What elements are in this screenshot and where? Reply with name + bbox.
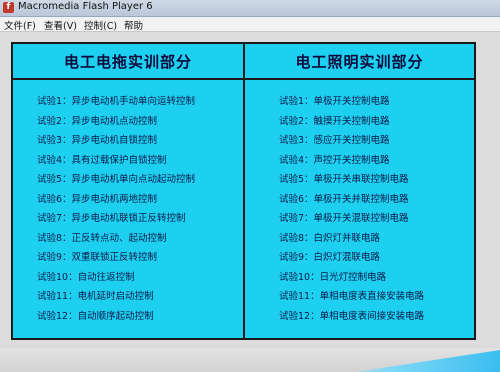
lighting-experiment-list: 试验1：单极开关控制电路 试验2：触摸开关控制电路 试验3：感应开关控制电路 试… xyxy=(279,92,424,326)
drive-experiment-4[interactable]: 试验4：具有过载保护自锁控制 xyxy=(37,151,195,171)
heading-lighting: 电工照明实训部分 xyxy=(295,53,424,71)
drive-experiment-1[interactable]: 试验1：异步电动机手动单向运转控制 xyxy=(37,92,195,112)
drive-experiment-10[interactable]: 试验10：自动往返控制 xyxy=(37,268,195,288)
column-divider xyxy=(243,42,245,340)
lighting-experiment-8[interactable]: 试验8：白炽灯并联电路 xyxy=(279,229,424,249)
lighting-experiment-4[interactable]: 试验4：声控开关控制电路 xyxy=(279,151,424,171)
lighting-experiment-11[interactable]: 试验11：单相电度表直接安装电路 xyxy=(279,287,424,307)
title-bar: f Macromedia Flash Player 6 xyxy=(0,0,500,17)
lighting-experiment-6[interactable]: 试验6：单极开关并联控制电路 xyxy=(279,190,424,210)
drive-experiment-5[interactable]: 试验5：异步电动机单向点动起动控制 xyxy=(37,170,195,190)
drive-experiment-8[interactable]: 试验8：正反转点动、起动控制 xyxy=(37,229,195,249)
lighting-experiment-3[interactable]: 试验3：感应开关控制电路 xyxy=(279,131,424,151)
drive-experiment-3[interactable]: 试验3：异步电动机自锁控制 xyxy=(37,131,195,151)
lighting-experiment-2[interactable]: 试验2：触摸开关控制电路 xyxy=(279,112,424,132)
menu-control[interactable]: 控制(C) xyxy=(84,18,117,32)
lighting-experiment-7[interactable]: 试验7：单极开关混联控制电路 xyxy=(279,209,424,229)
drive-experiment-11[interactable]: 试验11：电机延时启动控制 xyxy=(37,287,195,307)
drive-experiment-6[interactable]: 试验6：异步电动机两地控制 xyxy=(37,190,195,210)
lighting-experiment-5[interactable]: 试验5：单极开关串联控制电路 xyxy=(279,170,424,190)
window-title: Macromedia Flash Player 6 xyxy=(18,1,153,12)
lighting-experiment-12[interactable]: 试验12：单相电度表间接安装电路 xyxy=(279,307,424,327)
drive-experiment-9[interactable]: 试验9：双重联锁正反转控制 xyxy=(37,248,195,268)
menu-bar: 文件(F) 查看(V) 控制(C) 帮助 xyxy=(0,17,500,32)
menu-file[interactable]: 文件(F) xyxy=(4,18,36,32)
menu-view[interactable]: 查看(V) xyxy=(44,18,77,32)
lighting-experiment-10[interactable]: 试验10：日光灯控制电路 xyxy=(279,268,424,288)
heading-electrical-drive: 电工电拖实训部分 xyxy=(63,53,192,71)
lighting-experiment-1[interactable]: 试验1：单极开关控制电路 xyxy=(279,92,424,112)
drive-experiment-7[interactable]: 试验7：异步电动机联锁正反转控制 xyxy=(37,209,195,229)
menu-help[interactable]: 帮助 xyxy=(124,18,143,32)
drive-experiment-12[interactable]: 试验12：自动顺序起动控制 xyxy=(37,307,195,327)
drive-experiment-list: 试验1：异步电动机手动单向运转控制 试验2：异步电动机点动控制 试验3：异步电动… xyxy=(37,92,195,326)
lighting-experiment-9[interactable]: 试验9：白炽灯混联电路 xyxy=(279,248,424,268)
flash-app-icon[interactable]: f xyxy=(3,2,14,13)
drive-experiment-2[interactable]: 试验2：异步电动机点动控制 xyxy=(37,112,195,132)
header-divider xyxy=(11,78,476,80)
